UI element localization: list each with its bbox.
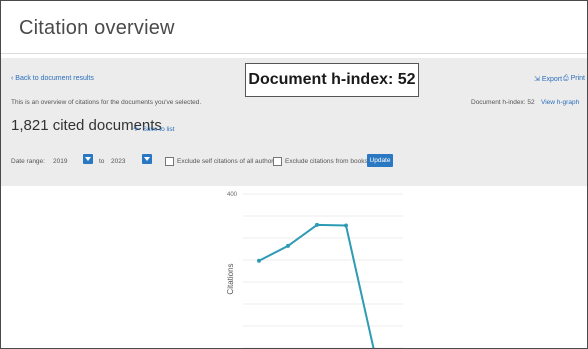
page-title: Citation overview <box>19 17 175 39</box>
citation-overview-window: Citation overview ‹ Back to document res… <box>0 0 588 349</box>
citations-series-line <box>258 223 375 348</box>
to-label: to <box>99 158 105 165</box>
data-point-1 <box>257 258 261 263</box>
print-icon: ⎙ <box>563 75 569 82</box>
plus-icon: + <box>133 124 139 135</box>
hindex-callout: Document h-index: 52 <box>245 63 419 97</box>
exclude-self-citations-checkbox[interactable] <box>165 157 174 166</box>
save-to-list-label: Save to list <box>142 126 175 133</box>
export-label: Export <box>541 76 563 83</box>
from-year-dropdown-icon[interactable] <box>83 154 93 164</box>
export-link[interactable]: ⇲ Export <box>534 75 562 83</box>
update-button[interactable]: Update <box>367 154 393 167</box>
view-hgraph-link[interactable]: View h-graph <box>541 99 579 106</box>
exclude-books-checkbox[interactable] <box>273 157 282 166</box>
y-axis-label: Citations <box>226 263 235 294</box>
to-year-dropdown-icon[interactable] <box>142 154 152 164</box>
data-point-2 <box>286 243 290 248</box>
data-point-4 <box>344 223 348 228</box>
citations-line-chart: 400 Citations <box>226 192 403 348</box>
title-bar: Citation overview <box>1 1 587 54</box>
document-hindex-text: Document h-index: 52 <box>471 99 535 106</box>
exclude-self-citations-label: Exclude self citations of all authors <box>177 158 277 165</box>
data-point-3 <box>315 222 319 227</box>
y-tick-label: 400 <box>227 192 238 198</box>
to-year-value[interactable]: 2023 <box>111 158 125 165</box>
citations-chart-area: 400 Citations <box>1 186 587 348</box>
from-year-value[interactable]: 2019 <box>53 158 67 165</box>
print-label: Print <box>570 75 585 82</box>
export-icon: ⇲ <box>534 76 540 83</box>
chart-gridlines <box>243 193 403 348</box>
overview-description: This is an overview of citations for the… <box>11 99 202 106</box>
print-link[interactable]: ⎙ Print <box>563 75 585 83</box>
exclude-books-label: Exclude citations from books <box>285 158 368 165</box>
save-to-list-link[interactable]: + Save to list <box>133 124 174 135</box>
back-to-results-link[interactable]: ‹ Back to document results <box>11 75 94 82</box>
date-range-label: Date range: <box>11 158 45 165</box>
